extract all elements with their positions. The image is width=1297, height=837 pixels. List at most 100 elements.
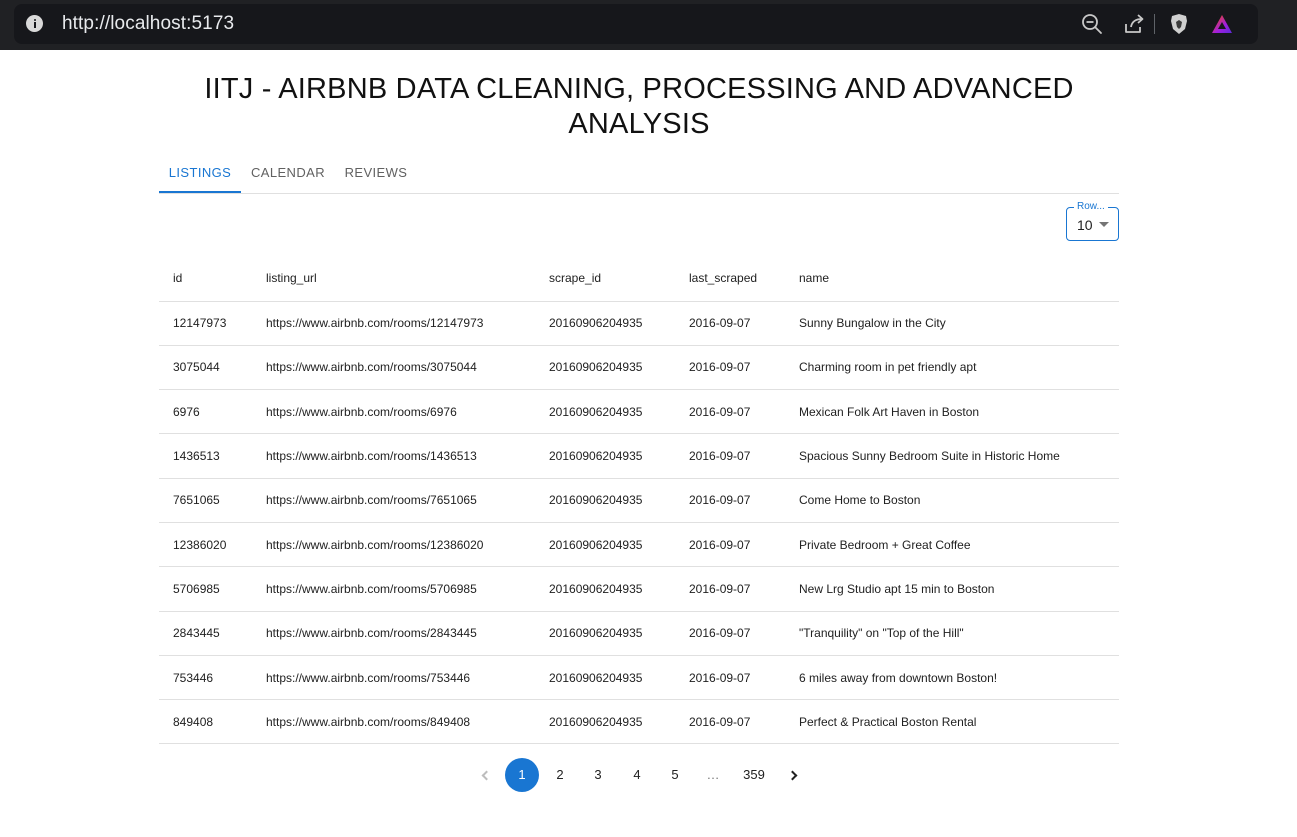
cell-id: 6976: [159, 389, 252, 435]
tab-calendar[interactable]: CALENDAR: [241, 152, 335, 193]
cell-scrape-id: 20160906204935: [535, 522, 675, 568]
cell-name: Mexican Folk Art Haven in Boston: [785, 389, 1119, 435]
cell-last-scraped: 2016-09-07: [675, 699, 785, 745]
cell-last-scraped: 2016-09-07: [675, 478, 785, 523]
column-header-listing-url[interactable]: listing_url: [252, 256, 535, 302]
cell-name: Sunny Bungalow in the City: [785, 301, 1119, 346]
cell-scrape-id: 20160906204935: [535, 655, 675, 701]
cell-scrape-id: 20160906204935: [535, 389, 675, 435]
cell-scrape-id: 20160906204935: [535, 301, 675, 346]
cell-name: Come Home to Boston: [785, 478, 1119, 523]
cell-scrape-id: 20160906204935: [535, 433, 675, 479]
page-button-5[interactable]: 5: [658, 758, 692, 792]
cell-listing-url: https://www.airbnb.com/rooms/6976: [252, 389, 535, 435]
page-title: IITJ - AIRBNB DATA CLEANING, PROCESSING …: [159, 72, 1119, 142]
cell-name: Charming room in pet friendly apt: [785, 345, 1119, 391]
cell-name: "Tranquility" on "Top of the Hill": [785, 611, 1119, 656]
cell-id: 5706985: [159, 566, 252, 612]
cell-id: 849408: [159, 699, 252, 745]
page-button-1[interactable]: 1: [505, 758, 539, 792]
tab-reviews[interactable]: REVIEWS: [335, 152, 417, 193]
cell-last-scraped: 2016-09-07: [675, 345, 785, 391]
page-button-last[interactable]: 359: [736, 758, 772, 792]
cell-scrape-id: 20160906204935: [535, 478, 675, 523]
chevron-left-icon: [481, 770, 492, 781]
tab-listings[interactable]: LISTINGS: [159, 152, 241, 193]
cell-name: New Lrg Studio apt 15 min to Boston: [785, 566, 1119, 612]
table-row[interactable]: 753446 https://www.airbnb.com/rooms/7534…: [159, 655, 1119, 701]
cell-id: 12386020: [159, 522, 252, 568]
cell-listing-url: https://www.airbnb.com/rooms/849408: [252, 699, 535, 745]
table-body: 12147973 https://www.airbnb.com/rooms/12…: [159, 301, 1119, 745]
cell-listing-url: https://www.airbnb.com/rooms/753446: [252, 655, 535, 701]
cell-name: Private Bedroom + Great Coffee: [785, 522, 1119, 568]
cell-id: 7651065: [159, 478, 252, 523]
page-title-line-1: IITJ - AIRBNB DATA CLEANING, PROCESSING …: [204, 73, 1074, 105]
address-bar[interactable]: http://localhost:5173: [14, 4, 1258, 44]
cell-last-scraped: 2016-09-07: [675, 611, 785, 656]
rows-per-page-value: 10: [1077, 217, 1093, 233]
table-row[interactable]: 5706985 https://www.airbnb.com/rooms/570…: [159, 566, 1119, 612]
tab-bar: LISTINGS CALENDAR REVIEWS: [159, 152, 1119, 194]
table-row[interactable]: 3075044 https://www.airbnb.com/rooms/307…: [159, 345, 1119, 391]
column-header-scrape-id[interactable]: scrape_id: [535, 256, 675, 302]
chevron-right-icon: [787, 770, 798, 781]
cell-scrape-id: 20160906204935: [535, 699, 675, 745]
column-header-id[interactable]: id: [159, 256, 252, 302]
brave-shield-icon[interactable]: [1167, 12, 1191, 36]
table-row[interactable]: 7651065 https://www.airbnb.com/rooms/765…: [159, 478, 1119, 523]
table-row[interactable]: 12147973 https://www.airbnb.com/rooms/12…: [159, 301, 1119, 346]
share-icon[interactable]: [1122, 12, 1146, 36]
listings-table: id listing_url scrape_id last_scraped na…: [159, 256, 1119, 745]
cell-id: 3075044: [159, 345, 252, 391]
cell-name: Spacious Sunny Bedroom Suite in Historic…: [785, 433, 1119, 479]
cell-id: 1436513: [159, 433, 252, 479]
info-icon[interactable]: [26, 15, 43, 32]
cell-scrape-id: 20160906204935: [535, 566, 675, 612]
cell-scrape-id: 20160906204935: [535, 345, 675, 391]
page-button-2[interactable]: 2: [543, 758, 577, 792]
cell-id: 2843445: [159, 611, 252, 656]
cell-name: Perfect & Practical Boston Rental: [785, 699, 1119, 745]
rows-per-page-label: Row...: [1074, 200, 1108, 214]
pagination-ellipsis: …: [706, 767, 720, 782]
cell-name: 6 miles away from downtown Boston!: [785, 655, 1119, 701]
url-text[interactable]: http://localhost:5173: [62, 13, 234, 35]
cell-listing-url: https://www.airbnb.com/rooms/2843445: [252, 611, 535, 656]
next-page-button[interactable]: [777, 758, 811, 792]
caret-down-icon: [1099, 222, 1109, 227]
table-row[interactable]: 12386020 https://www.airbnb.com/rooms/12…: [159, 522, 1119, 568]
column-header-name[interactable]: name: [785, 256, 1119, 302]
cell-id: 753446: [159, 655, 252, 701]
cell-last-scraped: 2016-09-07: [675, 301, 785, 346]
table-row[interactable]: 2843445 https://www.airbnb.com/rooms/284…: [159, 611, 1119, 656]
toolbar-divider: [1154, 14, 1155, 34]
cell-last-scraped: 2016-09-07: [675, 433, 785, 479]
rows-per-page-select[interactable]: Row... 10: [1066, 200, 1119, 241]
browser-toolbar: http://localhost:5173: [0, 0, 1297, 50]
page-button-4[interactable]: 4: [620, 758, 654, 792]
cell-last-scraped: 2016-09-07: [675, 655, 785, 701]
cell-last-scraped: 2016-09-07: [675, 389, 785, 435]
cell-last-scraped: 2016-09-07: [675, 522, 785, 568]
tab-active-indicator: [159, 191, 241, 193]
brave-rewards-icon[interactable]: [1210, 12, 1234, 36]
cell-listing-url: https://www.airbnb.com/rooms/12386020: [252, 522, 535, 568]
page-button-3[interactable]: 3: [581, 758, 615, 792]
cell-listing-url: https://www.airbnb.com/rooms/5706985: [252, 566, 535, 612]
cell-last-scraped: 2016-09-07: [675, 566, 785, 612]
cell-listing-url: https://www.airbnb.com/rooms/12147973: [252, 301, 535, 346]
column-header-last-scraped[interactable]: last_scraped: [675, 256, 785, 302]
table-row[interactable]: 849408 https://www.airbnb.com/rooms/8494…: [159, 699, 1119, 745]
page-title-line-2: ANALYSIS: [568, 108, 710, 140]
cell-scrape-id: 20160906204935: [535, 611, 675, 656]
cell-listing-url: https://www.airbnb.com/rooms/7651065: [252, 478, 535, 523]
cell-id: 12147973: [159, 301, 252, 346]
zoom-out-icon[interactable]: [1080, 12, 1104, 36]
cell-listing-url: https://www.airbnb.com/rooms/3075044: [252, 345, 535, 391]
cell-listing-url: https://www.airbnb.com/rooms/1436513: [252, 433, 535, 479]
table-row[interactable]: 6976 https://www.airbnb.com/rooms/6976 2…: [159, 389, 1119, 435]
previous-page-button[interactable]: [468, 758, 502, 792]
table-header-row: id listing_url scrape_id last_scraped na…: [159, 256, 1119, 302]
table-row[interactable]: 1436513 https://www.airbnb.com/rooms/143…: [159, 433, 1119, 479]
